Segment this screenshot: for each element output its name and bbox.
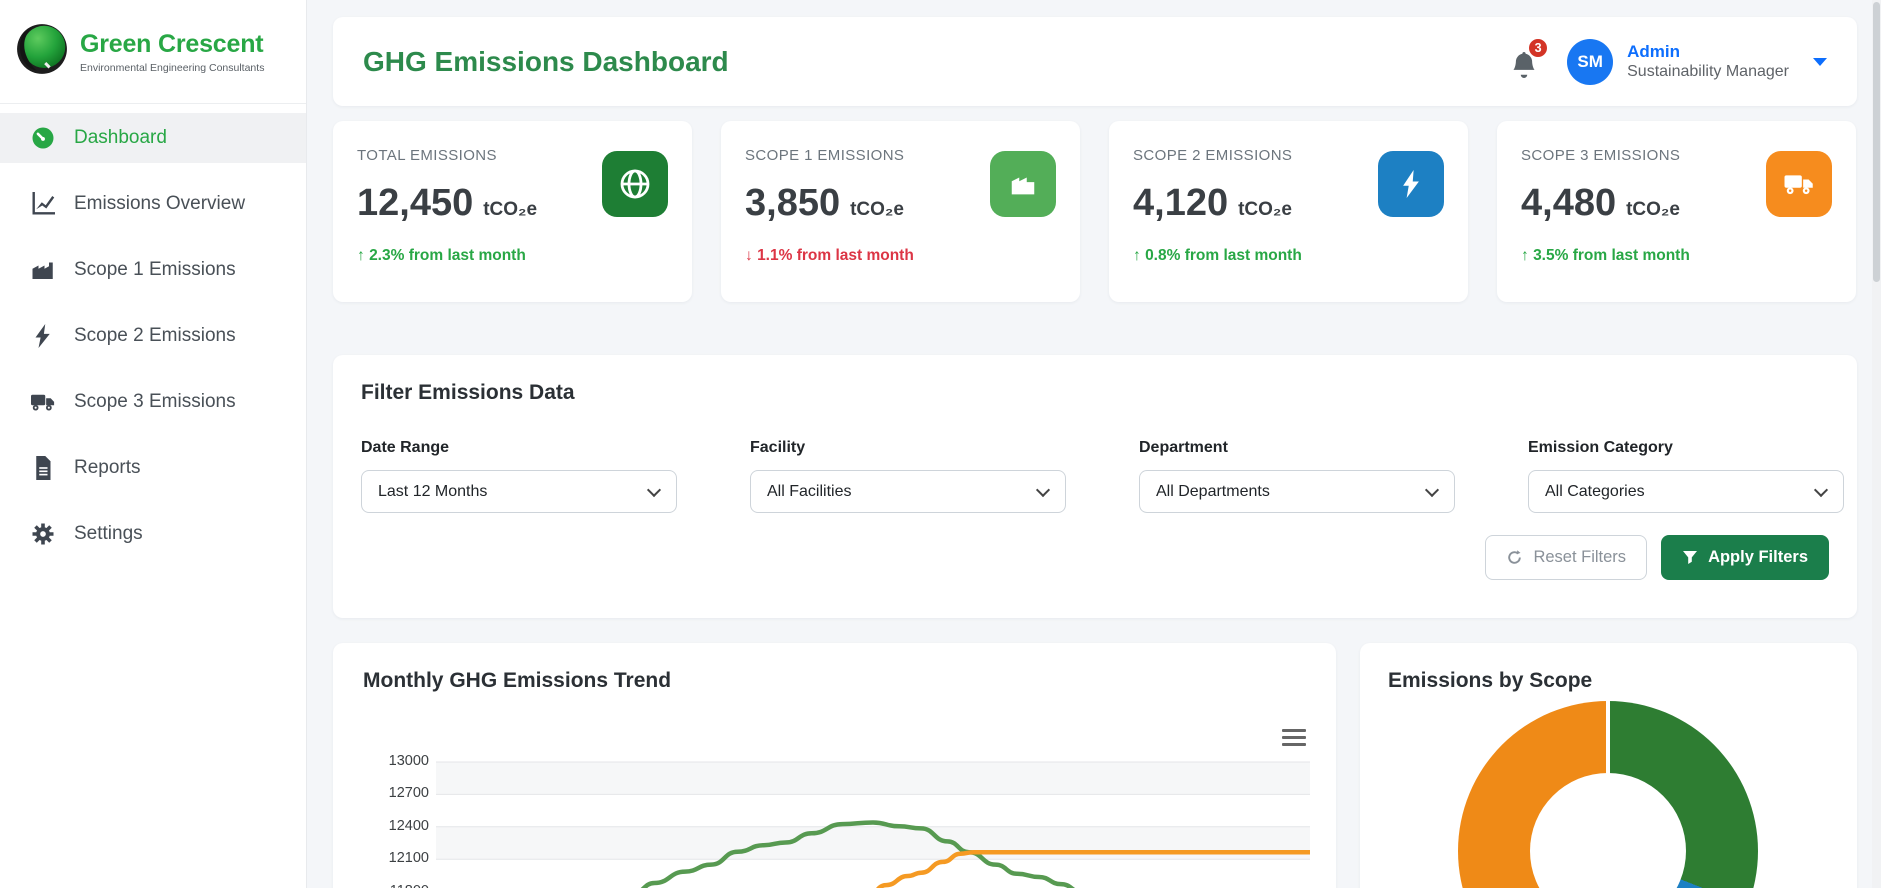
date-range-value: Last 12 Months bbox=[378, 482, 488, 500]
chevron-down-icon bbox=[1424, 482, 1440, 498]
scrollbar[interactable] bbox=[1872, 0, 1881, 888]
header: GHG Emissions Dashboard 3 SM Admin Susta… bbox=[333, 17, 1857, 106]
logo: Green Crescent Environmental Engineering… bbox=[0, 0, 306, 104]
facility-value: All Facilities bbox=[767, 482, 852, 500]
emission-category-select[interactable]: All Categories bbox=[1528, 470, 1844, 513]
stat-value: 4,120 bbox=[1133, 182, 1229, 224]
stat-value: 12,450 bbox=[357, 182, 474, 224]
logo-title: Green Crescent bbox=[80, 29, 264, 58]
sidebar-item-emissions-overview[interactable]: Emissions Overview bbox=[0, 179, 306, 229]
trend-up-arrow-icon: ↑ bbox=[357, 247, 365, 264]
chart-menu-icon[interactable] bbox=[1282, 729, 1306, 750]
chevron-down-icon bbox=[1035, 482, 1051, 498]
gear-icon bbox=[30, 522, 56, 546]
sidebar-item-label: Dashboard bbox=[74, 127, 167, 148]
scope-donut-chart: Total bbox=[1458, 701, 1758, 888]
sidebar-item-scope-3[interactable]: Scope 3 Emissions bbox=[0, 377, 306, 427]
sidebar: Green Crescent Environmental Engineering… bbox=[0, 0, 307, 888]
facility-label: Facility bbox=[750, 439, 806, 456]
stat-trend-text: 1.1% from last month bbox=[757, 247, 914, 264]
trend-down-arrow-icon: ↓ bbox=[745, 247, 753, 264]
filter-title: Filter Emissions Data bbox=[361, 381, 575, 404]
stat-value: 4,480 bbox=[1521, 182, 1617, 224]
trend-chart bbox=[436, 761, 1310, 888]
sidebar-item-label: Scope 3 Emissions bbox=[74, 391, 236, 412]
scrollbar-thumb[interactable] bbox=[1873, 2, 1880, 282]
facility-select[interactable]: All Facilities bbox=[750, 470, 1066, 513]
sidebar-item-label: Reports bbox=[74, 457, 141, 478]
sidebar-item-scope-1[interactable]: Scope 1 Emissions bbox=[0, 245, 306, 295]
stat-card-total: TOTAL EMISSIONS 12,450 tCO₂e ↑ 2.3% from… bbox=[333, 121, 692, 302]
apply-filters-label: Apply Filters bbox=[1708, 548, 1808, 566]
trend-chart-title: Monthly GHG Emissions Trend bbox=[363, 669, 672, 692]
sidebar-item-label: Scope 2 Emissions bbox=[74, 325, 236, 346]
stat-trend-text: 2.3% from last month bbox=[369, 247, 526, 264]
factory-icon bbox=[990, 151, 1056, 217]
reset-filters-button[interactable]: Reset Filters bbox=[1485, 535, 1648, 580]
stat-unit: tCO₂e bbox=[1238, 199, 1292, 220]
avatar: SM bbox=[1567, 38, 1614, 85]
sidebar-item-label: Settings bbox=[74, 523, 143, 544]
scope-chart-card: Emissions by Scope Total bbox=[1360, 643, 1857, 888]
sidebar-item-settings[interactable]: Settings bbox=[0, 509, 306, 559]
filter-panel: Filter Emissions Data Date Range Last 12… bbox=[333, 355, 1857, 618]
notification-badge: 3 bbox=[1527, 36, 1550, 59]
stat-card-scope1: SCOPE 1 EMISSIONS 3,850 tCO₂e ↓ 1.1% fro… bbox=[721, 121, 1080, 302]
graph-line-icon bbox=[30, 192, 56, 216]
trend-up-arrow-icon: ↑ bbox=[1133, 247, 1141, 264]
stat-card-scope3: SCOPE 3 EMISSIONS 4,480 tCO₂e ↑ 3.5% fro… bbox=[1497, 121, 1856, 302]
stat-unit: tCO₂e bbox=[1626, 199, 1680, 220]
stat-value: 3,850 bbox=[745, 182, 841, 224]
lightning-icon bbox=[1378, 151, 1444, 217]
user-role: Sustainability Manager bbox=[1627, 63, 1789, 81]
date-range-label: Date Range bbox=[361, 439, 450, 456]
user-menu[interactable]: SM Admin Sustainability Manager bbox=[1567, 38, 1827, 85]
sidebar-nav: Dashboard Emissions Overview Scope 1 Emi… bbox=[0, 104, 306, 559]
page-title: GHG Emissions Dashboard bbox=[363, 45, 729, 77]
chevron-down-icon bbox=[1813, 482, 1829, 498]
user-name: Admin bbox=[1627, 41, 1681, 61]
sidebar-item-reports[interactable]: Reports bbox=[0, 443, 306, 493]
main-content: GHG Emissions Dashboard 3 SM Admin Susta… bbox=[307, 0, 1881, 888]
globe-icon bbox=[602, 151, 668, 217]
emission-category-value: All Categories bbox=[1545, 482, 1645, 500]
stat-unit: tCO₂e bbox=[850, 199, 904, 220]
speedometer-icon bbox=[30, 126, 56, 150]
date-range-select[interactable]: Last 12 Months bbox=[361, 470, 677, 513]
refresh-icon bbox=[1508, 550, 1522, 564]
department-value: All Departments bbox=[1156, 482, 1270, 500]
chevron-down-icon bbox=[1813, 57, 1827, 66]
lightning-icon bbox=[30, 324, 56, 348]
sidebar-item-dashboard[interactable]: Dashboard bbox=[0, 113, 306, 163]
file-text-icon bbox=[30, 456, 56, 480]
stat-trend-text: 3.5% from last month bbox=[1533, 247, 1690, 264]
donut-slice-gap bbox=[1606, 701, 1610, 775]
sidebar-item-scope-2[interactable]: Scope 2 Emissions bbox=[0, 311, 306, 361]
factory-icon bbox=[30, 258, 56, 282]
trend-up-arrow-icon: ↑ bbox=[1521, 247, 1529, 264]
stat-trend-text: 0.8% from last month bbox=[1145, 247, 1302, 264]
sidebar-item-label: Emissions Overview bbox=[74, 193, 246, 214]
department-label: Department bbox=[1139, 439, 1228, 456]
notifications-button[interactable]: 3 bbox=[1507, 36, 1550, 79]
chevron-down-icon bbox=[646, 482, 662, 498]
stat-card-scope2: SCOPE 2 EMISSIONS 4,120 tCO₂e ↑ 0.8% fro… bbox=[1109, 121, 1468, 302]
department-select[interactable]: All Departments bbox=[1139, 470, 1455, 513]
logo-subtitle: Environmental Engineering Consultants bbox=[80, 61, 265, 74]
emission-category-label: Emission Category bbox=[1528, 439, 1673, 456]
truck-icon bbox=[1766, 151, 1832, 217]
truck-icon bbox=[30, 390, 56, 414]
trend-chart-card: Monthly GHG Emissions Trend 13000 12700 12… bbox=[333, 643, 1336, 888]
sidebar-item-label: Scope 1 Emissions bbox=[74, 259, 236, 280]
apply-filters-button[interactable]: Apply Filters bbox=[1661, 535, 1829, 580]
logo-sphere-icon bbox=[16, 23, 68, 80]
stat-unit: tCO₂e bbox=[483, 199, 538, 220]
scope-chart-title: Emissions by Scope bbox=[1388, 669, 1593, 692]
reset-filters-label: Reset Filters bbox=[1533, 548, 1627, 566]
funnel-icon bbox=[1683, 550, 1698, 564]
